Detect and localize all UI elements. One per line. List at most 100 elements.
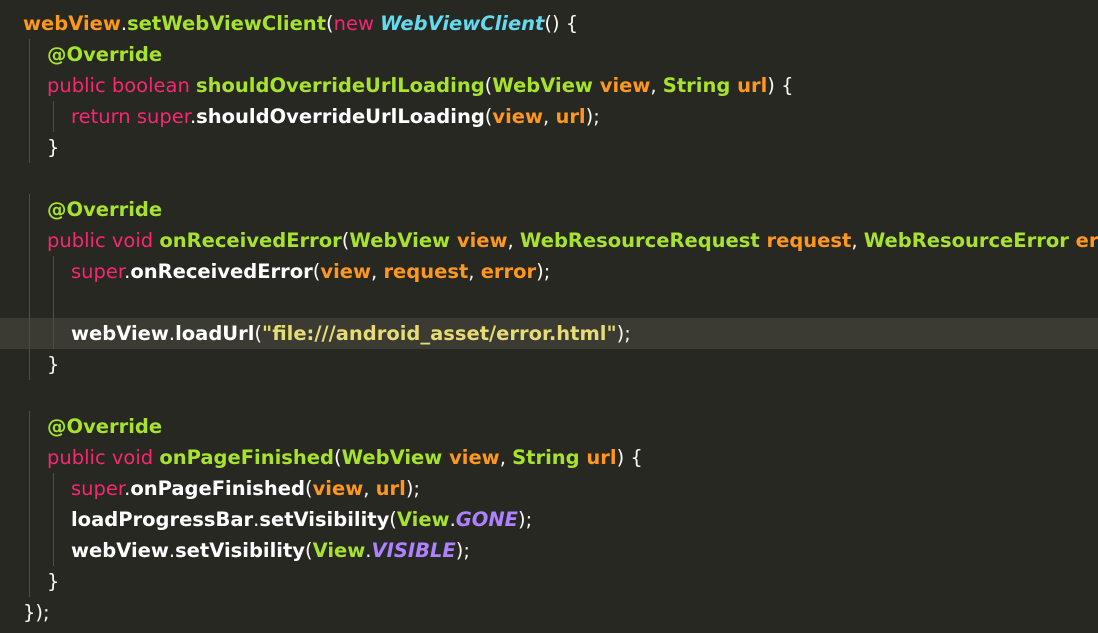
code-text: });	[23, 597, 50, 628]
indent-guide	[29, 39, 30, 70]
code-line[interactable]: public void onReceivedError(WebView view…	[0, 225, 1098, 256]
indent-guide	[53, 318, 54, 349]
code-token: shouldOverrideUrlLoading	[196, 105, 485, 128]
code-text: }	[47, 566, 59, 597]
code-line[interactable]: @Override	[0, 194, 1098, 225]
indent-guide	[29, 70, 30, 101]
code-token: request	[383, 260, 469, 283]
indent-guide	[29, 101, 30, 132]
code-line[interactable]	[0, 380, 1098, 411]
code-token: (	[305, 539, 313, 562]
code-token: ,	[363, 477, 376, 500]
code-text: super.onPageFinished(view, url);	[71, 473, 420, 504]
code-text: @Override	[47, 39, 162, 70]
code-token: });	[23, 601, 50, 624]
code-text: webView.setVisibility(View.VISIBLE);	[71, 535, 470, 566]
code-editor[interactable]: webView.setWebViewClient(new WebViewClie…	[0, 0, 1098, 633]
code-text: return super.shouldOverrideUrlLoading(vi…	[71, 101, 600, 132]
code-line[interactable]: webView.setVisibility(View.VISIBLE);	[0, 535, 1098, 566]
indent-guide	[29, 132, 30, 163]
code-token: onReceivedError	[130, 260, 313, 283]
indent-guide	[29, 504, 30, 535]
code-token: WebViewClient	[380, 12, 545, 35]
code-token: url	[375, 477, 406, 500]
indent-guide	[29, 411, 30, 442]
code-token: );	[616, 322, 631, 345]
code-line[interactable]: public boolean shouldOverrideUrlLoading(…	[0, 70, 1098, 101]
code-token: setVisibility	[259, 508, 390, 531]
indent-guide	[53, 473, 54, 504]
code-token: WebView	[492, 74, 600, 97]
code-token: ,	[507, 229, 520, 252]
code-token: View	[396, 508, 450, 531]
code-token: error	[480, 260, 537, 283]
code-token: view	[599, 74, 651, 97]
code-token: WebView	[349, 229, 457, 252]
code-line[interactable]: super.onPageFinished(view, url);	[0, 473, 1098, 504]
code-line[interactable]: @Override	[0, 39, 1098, 70]
code-line[interactable]: @Override	[0, 411, 1098, 442]
code-token: WebResourceError	[863, 229, 1076, 252]
code-line[interactable]: }	[0, 566, 1098, 597]
code-token: public boolean	[47, 74, 197, 97]
code-token: );	[536, 260, 551, 283]
code-line[interactable]: loadProgressBar.setVisibility(View.GONE)…	[0, 504, 1098, 535]
code-line[interactable]: });	[0, 597, 1098, 628]
code-token: ) {	[616, 446, 643, 469]
code-token: public void	[47, 446, 160, 469]
code-token: ,	[543, 105, 556, 128]
code-token: view	[320, 260, 372, 283]
code-token: String	[662, 74, 738, 97]
code-token: new	[333, 12, 381, 35]
code-token: ,	[468, 260, 481, 283]
code-text: public boolean shouldOverrideUrlLoading(…	[47, 70, 793, 101]
code-token: request	[766, 229, 852, 252]
code-text: super.onReceivedError(view, request, err…	[71, 256, 550, 287]
indent-guide	[53, 101, 54, 132]
indent-guide	[53, 504, 54, 535]
code-token: view	[492, 105, 544, 128]
code-line[interactable]	[0, 287, 1098, 318]
code-text: @Override	[47, 194, 162, 225]
indent-guide	[29, 225, 30, 256]
code-token: ,	[650, 74, 663, 97]
code-token: VISIBLE	[371, 539, 456, 562]
code-token: webView	[23, 12, 121, 35]
code-line[interactable]: webView.loadUrl("file:///android_asset/e…	[0, 318, 1098, 349]
code-token: @Override	[47, 415, 163, 438]
code-line[interactable]: public void onPageFinished(WebView view,…	[0, 442, 1098, 473]
code-line[interactable]: super.onReceivedError(view, request, err…	[0, 256, 1098, 287]
code-token: super	[71, 260, 125, 283]
code-token: GONE	[455, 508, 519, 531]
code-token: view	[449, 446, 500, 469]
code-token: () {	[544, 12, 579, 35]
code-line[interactable]	[0, 163, 1098, 194]
code-token: (	[254, 322, 263, 345]
code-token: super	[71, 477, 125, 500]
code-token: setWebViewClient	[127, 12, 327, 35]
indent-guide	[29, 473, 30, 504]
code-text: webView.loadUrl("file:///android_asset/e…	[71, 318, 631, 349]
code-token: ) {	[767, 74, 794, 97]
code-token: @Override	[47, 198, 163, 221]
code-token: }	[47, 136, 60, 159]
indent-guide	[53, 287, 54, 318]
code-token: WebResourceRequest	[519, 229, 767, 252]
code-line[interactable]: return super.shouldOverrideUrlLoading(vi…	[0, 101, 1098, 132]
indent-guide	[29, 194, 30, 225]
code-token: url	[737, 74, 768, 97]
code-token: url	[586, 446, 617, 469]
code-token: view	[456, 229, 508, 252]
code-token: error	[1075, 229, 1098, 252]
code-line[interactable]: }	[0, 132, 1098, 163]
code-text: public void onPageFinished(WebView view,…	[47, 442, 643, 473]
code-token: "file:///android_asset/error.html"	[262, 322, 617, 345]
code-token: WebView	[341, 446, 450, 469]
code-token: view	[312, 477, 364, 500]
code-line[interactable]: }	[0, 349, 1098, 380]
indent-guide	[29, 287, 30, 318]
code-token: }	[47, 570, 60, 593]
code-line[interactable]: webView.setWebViewClient(new WebViewClie…	[0, 8, 1098, 39]
code-token: );	[405, 477, 420, 500]
code-token: onPageFinished	[130, 477, 305, 500]
